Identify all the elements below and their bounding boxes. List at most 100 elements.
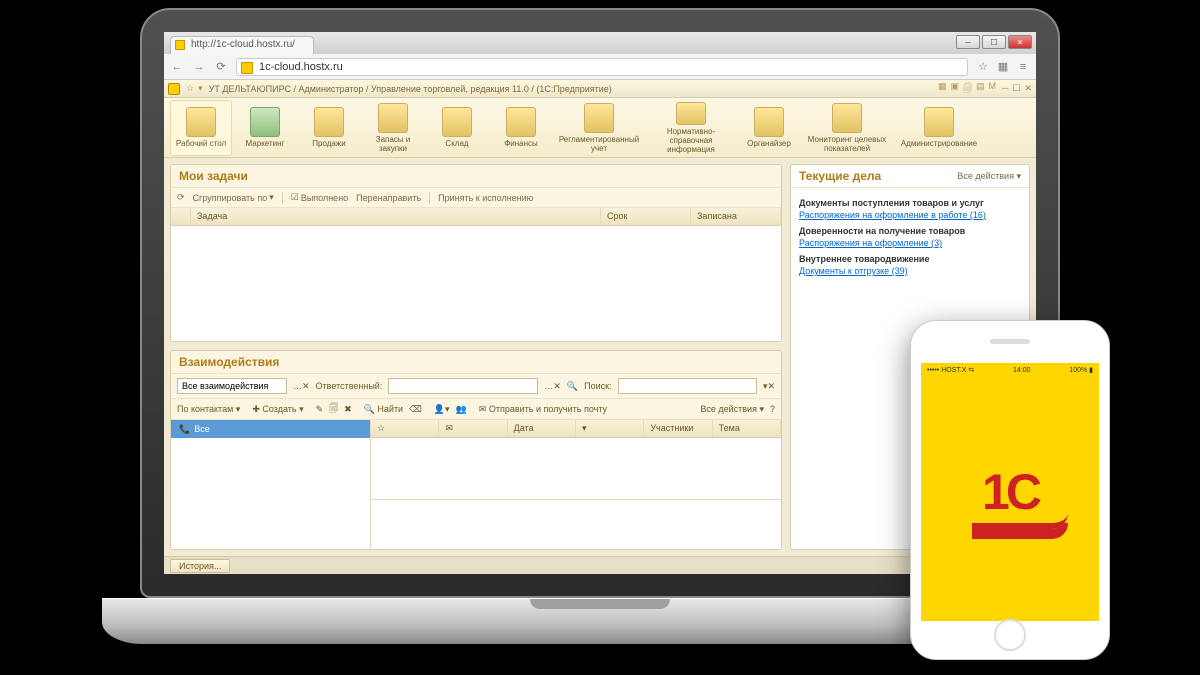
contact-icon[interactable]: 👤▾ — [434, 404, 450, 415]
sales-icon — [314, 107, 344, 137]
group-icon[interactable]: 👥 — [456, 404, 467, 415]
current-affairs-actions-button[interactable]: Все действия ▾ — [957, 171, 1021, 182]
affairs-link[interactable]: Распоряжения на оформление (3) — [799, 238, 1021, 248]
admin-icon — [924, 107, 954, 137]
grid-col-marker[interactable] — [171, 208, 191, 225]
refresh-button[interactable]: ⟳ — [177, 192, 185, 203]
delete-icon[interactable]: ✖ — [344, 404, 352, 415]
window-minimize-button[interactable]: ─ — [956, 35, 980, 49]
toolbar-regaccounting-button[interactable]: Регламентированный учет — [554, 100, 644, 156]
toolbar-finance-button[interactable]: Финансы — [490, 100, 552, 156]
toolbar-label: Мониторинг целевых показателей — [804, 135, 890, 153]
toolbar-sales-button[interactable]: Продажи — [298, 100, 360, 156]
address-text: 1c-cloud.hostx.ru — [259, 61, 343, 73]
titlebar-m-icon[interactable]: M — [988, 81, 996, 97]
affairs-link[interactable]: Документы к отгрузке (39) — [799, 266, 1021, 276]
toolbar-label: Органайзер — [747, 139, 791, 148]
titlebar-tool-icon[interactable]: ▦ — [938, 81, 947, 97]
by-contacts-button[interactable]: По контактам ▾ — [177, 404, 240, 415]
search-input[interactable] — [618, 378, 757, 394]
filter-search-icon[interactable]: 🔍 — [567, 381, 578, 392]
phone-mockup: ••••• HOST.X ⇆ 14:00 100% ▮ 1С — [910, 320, 1110, 660]
app-close-button[interactable]: ✕ — [1024, 83, 1032, 94]
nav-back-icon[interactable]: ← — [170, 60, 184, 74]
bookmark-icon[interactable]: ☆ — [976, 60, 990, 74]
nav-forward-icon[interactable]: → — [192, 60, 206, 74]
grid-col-task[interactable]: Задача — [191, 208, 601, 225]
responsible-input[interactable] — [388, 378, 538, 394]
toolbar-label: Финансы — [504, 139, 538, 148]
titlebar-dropdown-icon[interactable]: ▾ — [198, 83, 203, 94]
by-contacts-label: По контактам — [177, 404, 233, 414]
toolbar-label: Регламентированный учет — [556, 135, 642, 153]
address-bar[interactable]: 1c-cloud.hostx.ru — [236, 58, 968, 76]
nav-reload-icon[interactable]: ⟳ — [214, 60, 228, 74]
affairs-link[interactable]: Распоряжения на оформление в работе (16) — [799, 210, 1021, 220]
responsible-clear-icon[interactable]: …✕ — [544, 381, 561, 392]
titlebar-star-icon[interactable]: ☆ — [186, 83, 194, 94]
app-maximize-button[interactable]: ☐ — [1012, 83, 1020, 94]
app-titlebar: ☆ ▾ УТ ДЕЛЬТАЮПИРС / Администратор / Упр… — [164, 80, 1036, 98]
desktop-icon — [186, 107, 216, 137]
interactions-toolbar: По контактам ▾ ✚ Создать ▾ ✎ 🗐 ✖ 🔍 Найти… — [171, 399, 781, 420]
grid-col-participants[interactable]: Участники — [644, 420, 712, 437]
edit-icon[interactable]: ✎ — [316, 404, 324, 415]
app-minimize-button[interactable]: ─ — [1002, 83, 1008, 94]
grid-col-written[interactable]: Записана — [691, 208, 781, 225]
toolbar-reference-button[interactable]: Нормативно-справочная информация — [646, 100, 736, 156]
affairs-section-heading: Документы поступления товаров и услуг — [799, 198, 1021, 208]
titlebar-calc-icon[interactable]: ▤ — [976, 81, 985, 97]
send-receive-button[interactable]: ✉ Отправить и получить почту — [479, 404, 607, 415]
interactions-grid-body[interactable] — [371, 438, 781, 499]
filter-clear-icon[interactable]: …✕ — [293, 381, 310, 392]
stock-icon — [378, 103, 408, 133]
toolbar-warehouse-button[interactable]: Склад — [426, 100, 488, 156]
tree-item-all[interactable]: 📞 Все — [171, 420, 370, 438]
finance-icon — [506, 107, 536, 137]
affairs-section-heading: Внутреннее товародвижение — [799, 254, 1021, 264]
current-affairs-title: Текущие дела — [799, 169, 881, 183]
window-maximize-button[interactable]: ☐ — [982, 35, 1006, 49]
all-actions-label: Все действия — [957, 171, 1014, 181]
toolbar-label: Рабочий стол — [176, 139, 226, 148]
toolbar-admin-button[interactable]: Администрирование — [894, 100, 984, 156]
regaccounting-icon — [584, 103, 614, 133]
group-by-label: Сгруппировать по — [193, 193, 268, 203]
grid-col-date[interactable]: Дата — [508, 420, 576, 437]
help-icon[interactable]: ? — [770, 404, 775, 414]
all-actions-button[interactable]: Все действия ▾ — [700, 404, 764, 415]
organizer-icon — [754, 107, 784, 137]
find-button[interactable]: 🔍 Найти — [364, 404, 403, 415]
browser-toolbar: ← → ⟳ 1c-cloud.hostx.ru ☆ ▦ ≡ — [164, 54, 1036, 80]
accept-button[interactable]: Принять к исполнению — [438, 193, 533, 203]
filter-all-input[interactable] — [177, 378, 287, 394]
find-clear-icon[interactable]: ⌫ — [409, 404, 422, 415]
grid-col-subject[interactable]: Тема — [713, 420, 781, 437]
tasks-grid-body[interactable] — [171, 226, 781, 341]
titlebar-tool-icon[interactable]: ▣ — [950, 81, 959, 97]
toolbar-desktop-button[interactable]: Рабочий стол — [170, 100, 232, 156]
done-button[interactable]: ☑ Выполнено — [291, 192, 348, 203]
history-button[interactable]: История... — [170, 559, 230, 573]
grid-col-deadline[interactable]: Срок — [601, 208, 691, 225]
extension-icon[interactable]: ▦ — [996, 60, 1010, 74]
titlebar-tool-icon[interactable]: 🗐 — [963, 81, 972, 97]
interactions-grid-header: ☆ ✉ Дата ▾ Участники Тема — [371, 420, 781, 438]
create-button[interactable]: ✚ Создать ▾ — [252, 404, 303, 415]
toolbar-organizer-button[interactable]: Органайзер — [738, 100, 800, 156]
menu-icon[interactable]: ≡ — [1016, 60, 1030, 74]
toolbar-marketing-button[interactable]: Маркетинг — [234, 100, 296, 156]
grid-col-sort-icon[interactable]: ▾ — [576, 420, 644, 437]
warehouse-icon — [442, 107, 472, 137]
grid-col-flag[interactable]: ✉ — [439, 420, 507, 437]
grid-col-icon[interactable]: ☆ — [371, 420, 439, 437]
window-close-button[interactable]: ✕ — [1008, 35, 1032, 49]
toolbar-monitoring-button[interactable]: Мониторинг целевых показателей — [802, 100, 892, 156]
copy-icon[interactable]: 🗐 — [329, 401, 338, 417]
toolbar-stock-button[interactable]: Запасы и закупки — [362, 100, 424, 156]
search-clear-icon[interactable]: ▾✕ — [763, 381, 775, 392]
group-by-button[interactable]: Сгруппировать по ▾ — [193, 192, 274, 203]
redirect-button[interactable]: Перенаправить — [356, 193, 421, 203]
tasks-grid-header: Задача Срок Записана — [171, 208, 781, 226]
browser-tab[interactable]: http://1c-cloud.hostx.ru/ — [170, 36, 314, 54]
